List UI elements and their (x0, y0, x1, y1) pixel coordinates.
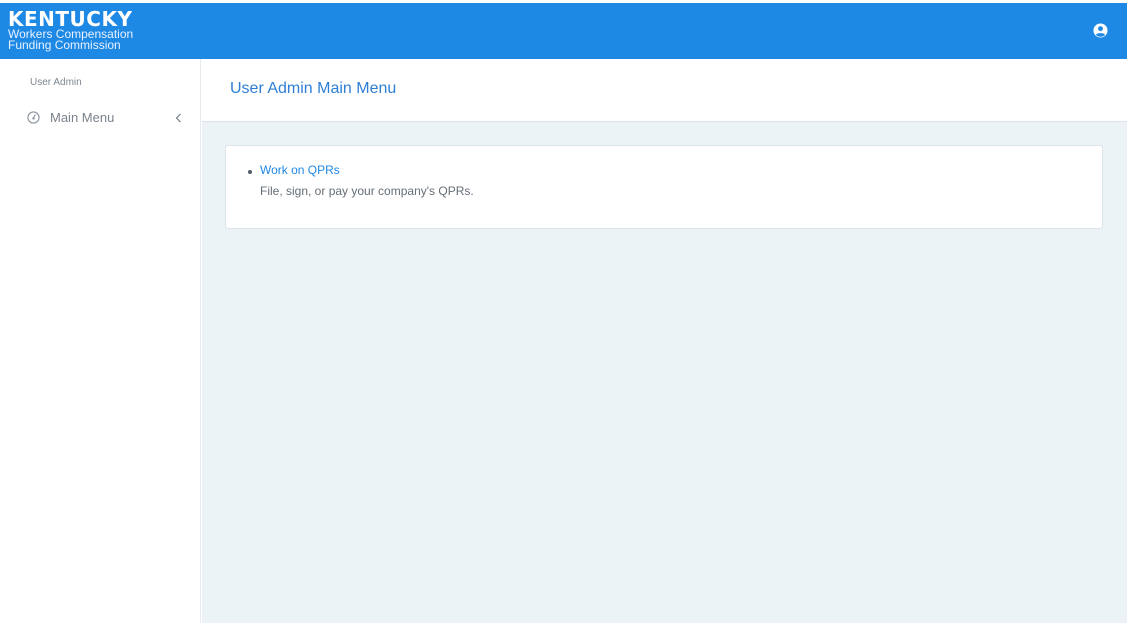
sidebar-item-main-menu[interactable]: Main Menu (0, 105, 200, 131)
sidebar-item-label: Main Menu (50, 110, 115, 125)
menu-list: Work on QPRs File, sign, or pay your com… (248, 163, 474, 199)
page-header: User Admin Main Menu (202, 59, 1127, 122)
dashboard-icon (27, 111, 40, 124)
main-content: User Admin Main Menu Work on QPRs File, … (202, 59, 1127, 623)
brand-subtitle-line2: Funding Commission (8, 38, 121, 52)
list-item: Work on QPRs File, sign, or pay your com… (248, 163, 474, 199)
chevron-left-icon (175, 113, 181, 123)
work-on-qprs-link[interactable]: Work on QPRs (260, 163, 474, 178)
sidebar-heading: User Admin (30, 77, 82, 88)
top-navbar: KENTUCKY Workers Compensation Funding Co… (0, 3, 1127, 59)
page-title: User Admin Main Menu (230, 80, 397, 97)
bullet-icon (248, 170, 252, 174)
sidebar: User Admin Main Menu (0, 59, 201, 623)
menu-card: Work on QPRs File, sign, or pay your com… (225, 145, 1103, 229)
brand-title: KENTUCKY (8, 7, 133, 31)
user-circle-icon (1093, 23, 1108, 38)
work-on-qprs-description: File, sign, or pay your company's QPRs. (260, 184, 474, 198)
brand-logo[interactable]: KENTUCKY Workers Compensation Funding Co… (8, 9, 133, 51)
user-menu-button[interactable] (1093, 23, 1108, 38)
